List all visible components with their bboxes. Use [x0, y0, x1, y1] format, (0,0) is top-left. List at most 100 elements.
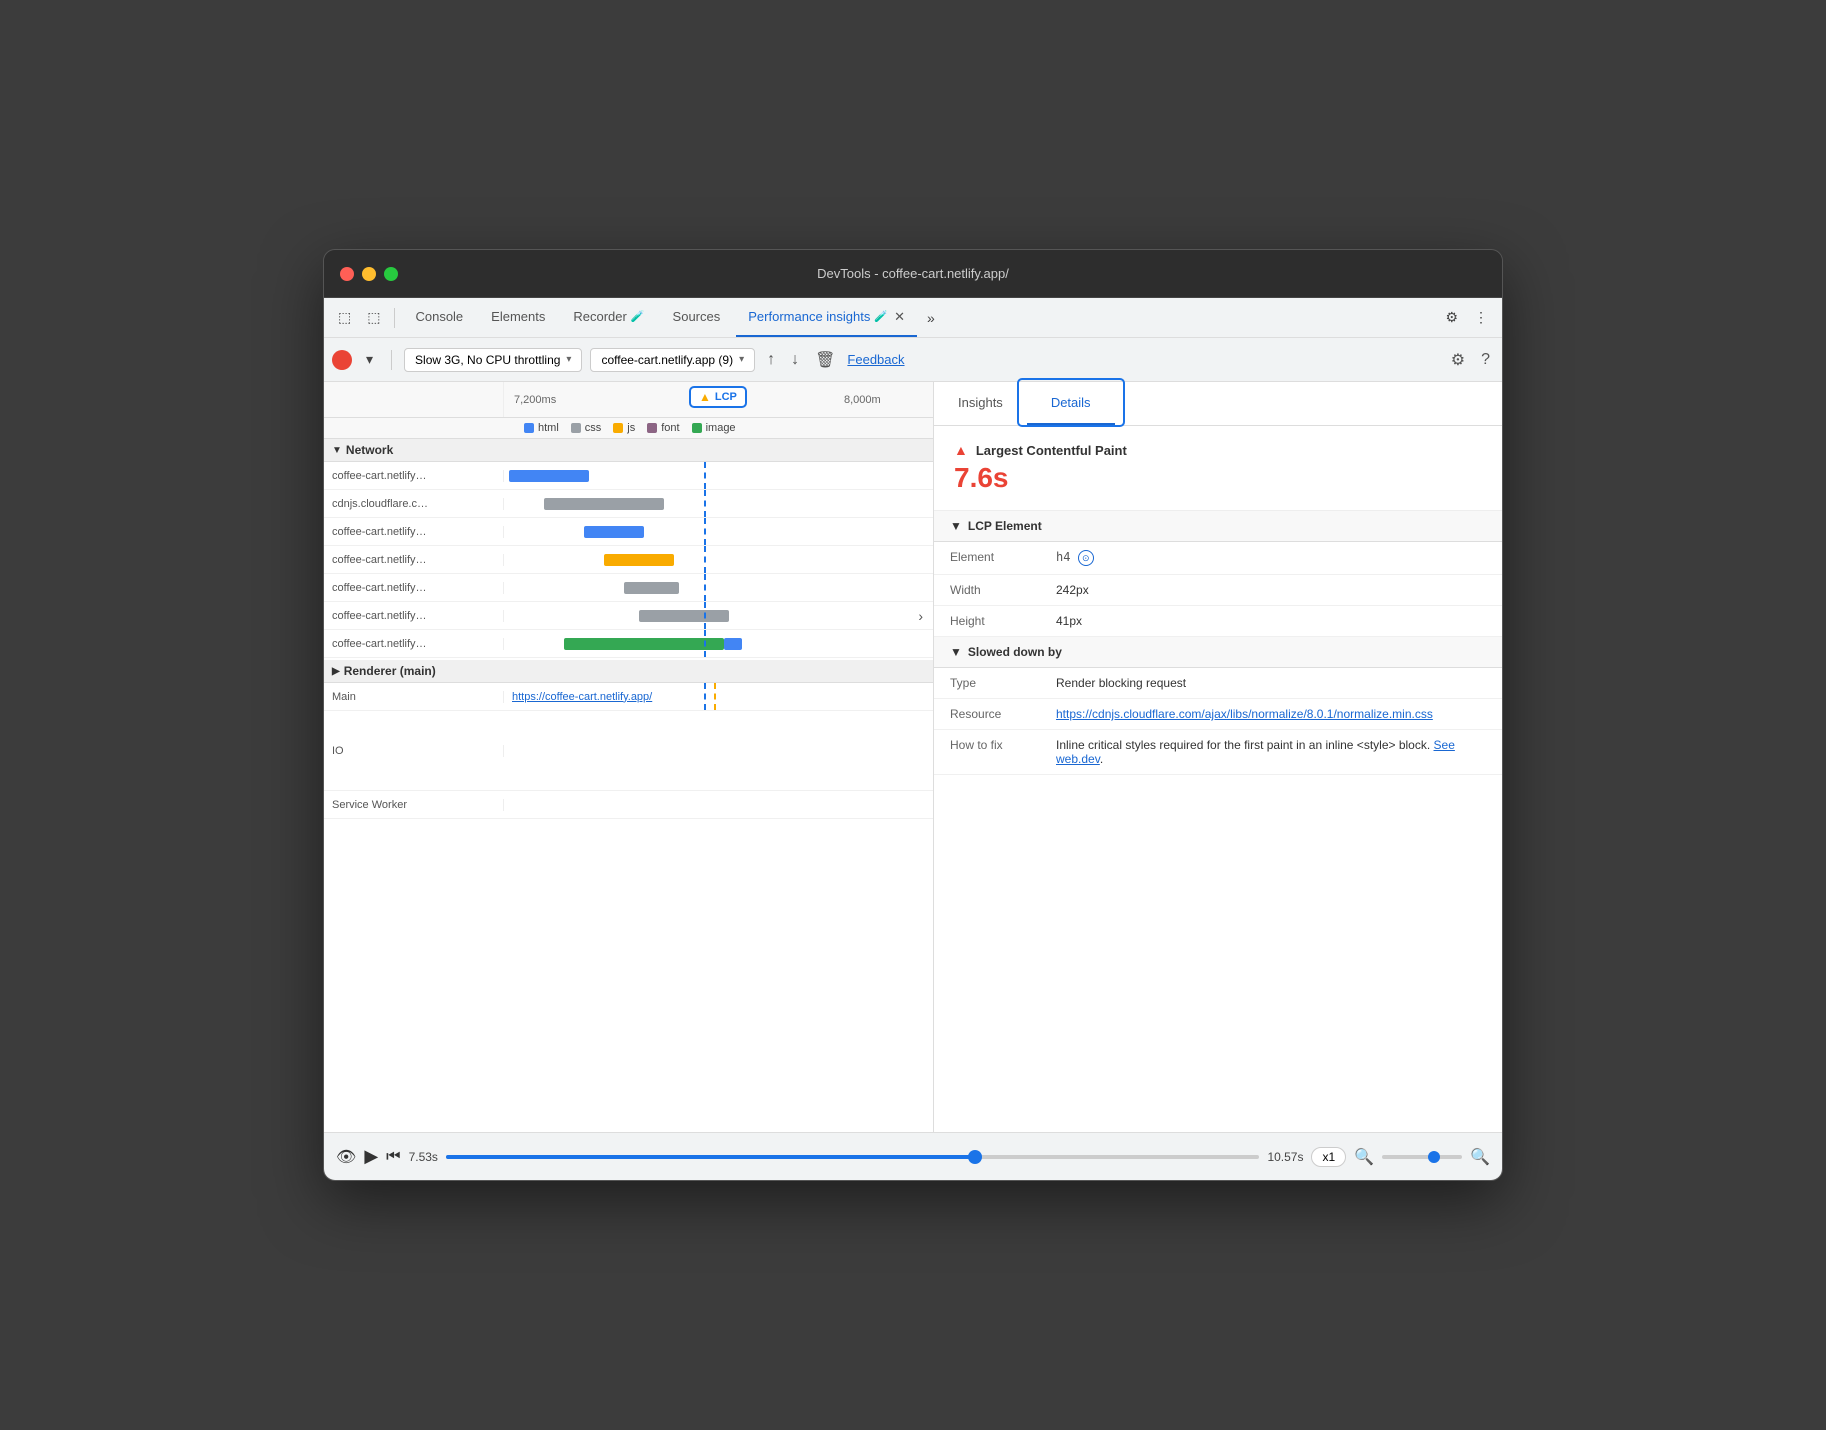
- table-row: coffee-cart.netlify…: [324, 574, 933, 602]
- tab-performance[interactable]: Performance insights 🧪 ✕: [736, 298, 917, 337]
- page-arrow: ▾: [739, 354, 744, 365]
- type-val: Render blocking request: [1056, 676, 1486, 690]
- font-dot: [647, 423, 657, 433]
- element-inspect-icon[interactable]: ⊙: [1078, 550, 1094, 566]
- type-key: Type: [950, 676, 1040, 690]
- left-panel: 7,200ms ▲ LCP 8,000m: [324, 382, 934, 1132]
- record-button[interactable]: [332, 350, 352, 370]
- resource-link[interactable]: https://cdnjs.cloudflare.com/ajax/libs/n…: [1056, 707, 1486, 721]
- js-dot: [613, 423, 623, 433]
- time-label-7200: 7,200ms: [514, 394, 556, 406]
- tab-console[interactable]: Console: [403, 298, 475, 337]
- chevron-btn-6[interactable]: ›: [912, 606, 929, 626]
- zoom-in-btn[interactable]: 🔍: [1470, 1147, 1490, 1167]
- network-section: ▼ Network coffee-cart.netlify… cdnjs.clo…: [324, 439, 933, 1132]
- sep2: [391, 350, 392, 370]
- type-row: Type Render blocking request: [934, 668, 1502, 699]
- network-toggle: ▼: [332, 445, 342, 456]
- slider-thumb[interactable]: [968, 1150, 982, 1164]
- renderer-row-sw-area: [504, 791, 933, 818]
- renderer-main-link[interactable]: https://coffee-cart.netlify.app/: [504, 691, 652, 703]
- close-performance-tab[interactable]: ✕: [894, 309, 905, 325]
- export-btn[interactable]: ↑: [763, 347, 779, 373]
- close-button[interactable]: [340, 267, 354, 281]
- lcp-element-toggle: ▼: [950, 519, 962, 533]
- inspect-btn[interactable]: 👁: [336, 1147, 356, 1167]
- slowed-grid: Type Render blocking request Resource ht…: [934, 668, 1502, 775]
- record-dropdown-btn[interactable]: ▾: [360, 347, 379, 372]
- recorder-icon: 🧪: [631, 310, 645, 323]
- tab-sources[interactable]: Sources: [661, 298, 733, 337]
- table-row: coffee-cart.netlify…: [324, 630, 933, 658]
- slider-track: [446, 1155, 1260, 1159]
- zoom-out-btn[interactable]: 🔍: [1354, 1147, 1374, 1167]
- row-bar-area-5: [504, 574, 933, 601]
- minimize-button[interactable]: [362, 267, 376, 281]
- row-label-1: coffee-cart.netlify…: [324, 470, 504, 482]
- tab-elements[interactable]: Elements: [479, 298, 557, 337]
- more-menu-btn[interactable]: ⋮: [1468, 305, 1494, 330]
- bar-5: [624, 582, 679, 594]
- network-section-header[interactable]: ▼ Network: [324, 439, 933, 462]
- tab-insights[interactable]: Insights: [934, 382, 1027, 425]
- legend-css: css: [571, 422, 602, 434]
- delete-btn[interactable]: 🗑: [811, 346, 839, 374]
- renderer-row-sw: Service Worker: [324, 791, 933, 819]
- feedback-link[interactable]: Feedback: [847, 352, 904, 367]
- bottom-bar: 👁 ▶ ⏮ 7.53s 10.57s x1 🔍 🔍: [324, 1132, 1502, 1180]
- network-label: Network: [346, 443, 393, 457]
- right-panel: Insights Details ▲ Largest Contentful Pa…: [934, 382, 1502, 1132]
- traffic-lights: [340, 267, 398, 281]
- slider-fill: [446, 1155, 975, 1159]
- tab-recorder[interactable]: Recorder 🧪: [561, 298, 656, 337]
- more-tabs-btn[interactable]: »: [921, 306, 941, 330]
- zoom-thumb[interactable]: [1428, 1151, 1440, 1163]
- legend-html: html: [524, 422, 559, 434]
- legend-items: html css js font: [524, 422, 736, 434]
- image-dot: [692, 423, 702, 433]
- lcp-element-label: LCP Element: [968, 519, 1042, 533]
- more-icon: ⋮: [1474, 309, 1488, 326]
- webdev-link[interactable]: See web.dev: [1056, 738, 1455, 766]
- time-current: 7.53s: [409, 1150, 438, 1164]
- lcp-marker-area: ▲ LCP: [689, 386, 747, 408]
- zoom-slider[interactable]: [1382, 1155, 1462, 1159]
- css-dot: [571, 423, 581, 433]
- speed-btn[interactable]: x1: [1311, 1147, 1346, 1167]
- timeline-slider[interactable]: [446, 1155, 1260, 1159]
- howtofix-val: Inline critical styles required for the …: [1056, 738, 1486, 766]
- skip-start-btn[interactable]: ⏮: [386, 1148, 400, 1166]
- maximize-button[interactable]: [384, 267, 398, 281]
- time-ruler: 7,200ms ▲ LCP 8,000m: [504, 382, 933, 418]
- height-row: Height 41px: [934, 606, 1502, 637]
- play-btn[interactable]: ▶: [364, 1146, 378, 1167]
- import-btn[interactable]: ↓: [787, 347, 803, 373]
- resource-row: Resource https://cdnjs.cloudflare.com/aj…: [934, 699, 1502, 730]
- lcp-label: LCP: [715, 391, 737, 403]
- dashed-line-1: [704, 462, 706, 489]
- row-bar-area-4: [504, 546, 933, 573]
- device-icon[interactable]: ⬚: [361, 305, 386, 330]
- element-row: Element h4 ⊙: [934, 542, 1502, 575]
- gear-settings-btn[interactable]: ⚙: [1447, 346, 1469, 374]
- renderer-row-io-area: [504, 711, 933, 790]
- page-dropdown[interactable]: coffee-cart.netlify.app (9) ▾: [590, 348, 755, 372]
- settings-icon: ⚙: [1445, 309, 1458, 326]
- throttle-label: Slow 3G, No CPU throttling: [415, 353, 560, 367]
- settings-btn[interactable]: ⚙: [1439, 305, 1464, 330]
- lcp-title: Largest Contentful Paint: [976, 443, 1127, 458]
- help-btn[interactable]: ?: [1477, 347, 1494, 373]
- cursor-icon[interactable]: ⬚: [332, 305, 357, 330]
- row-label-3: coffee-cart.netlify…: [324, 526, 504, 538]
- throttle-arrow: ▾: [566, 354, 571, 365]
- tab-details[interactable]: Details: [1027, 382, 1115, 425]
- dashed-line-3: [704, 518, 706, 545]
- bar-1: [509, 470, 589, 482]
- main-content: 7,200ms ▲ LCP 8,000m: [324, 382, 1502, 1132]
- width-row: Width 242px: [934, 575, 1502, 606]
- legend-js: js: [613, 422, 635, 434]
- throttle-dropdown[interactable]: Slow 3G, No CPU throttling ▾: [404, 348, 582, 372]
- time-label-8000: 8,000m: [844, 394, 881, 406]
- renderer-section-header[interactable]: ▶ Renderer (main): [324, 660, 933, 683]
- row-label-5: coffee-cart.netlify…: [324, 582, 504, 594]
